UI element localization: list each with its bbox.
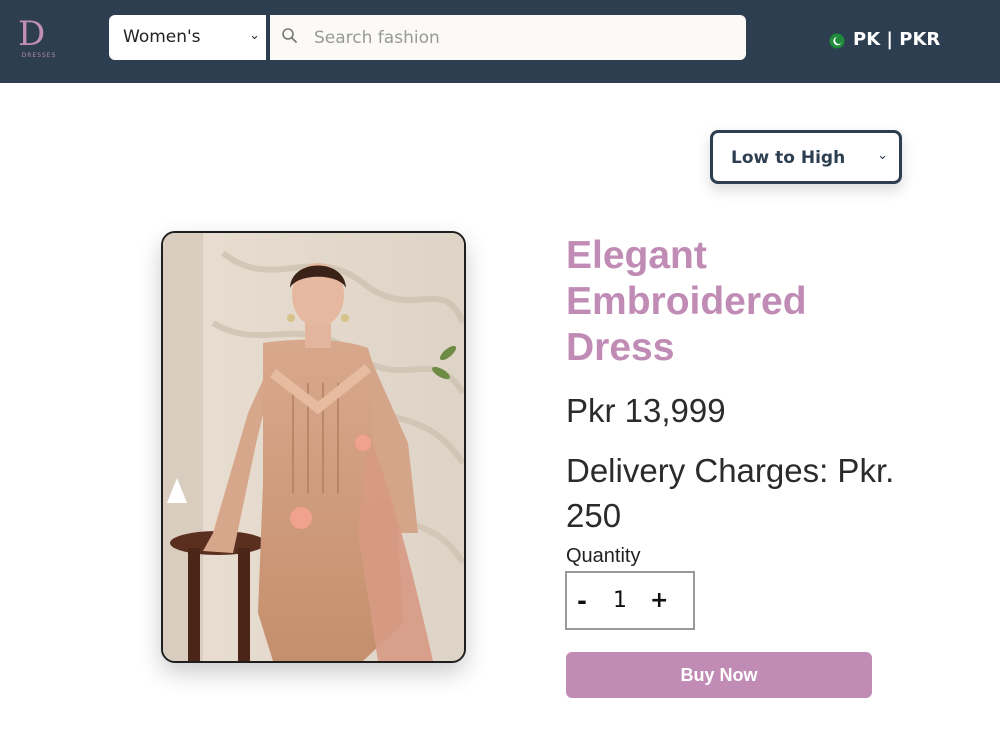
delivery-charges: Delivery Charges: Pkr. 250	[566, 452, 895, 534]
decrement-button[interactable]: -	[577, 587, 587, 615]
chevron-down-icon: ⌄	[877, 148, 888, 163]
sort-select-value: Low to High	[731, 148, 846, 168]
region-label: PK | PKR	[853, 29, 941, 50]
quantity-stepper[interactable]: - 1 +	[565, 571, 695, 630]
quantity-value[interactable]: 1	[613, 588, 627, 613]
increment-button[interactable]: +	[650, 588, 668, 613]
product-image[interactable]	[161, 231, 466, 663]
dress-photo	[163, 233, 464, 661]
category-select-value: Women's	[123, 27, 201, 47]
search-input[interactable]	[312, 21, 736, 55]
search-box[interactable]	[270, 15, 746, 60]
product-title: Elegant Embroidered Dress	[566, 234, 807, 369]
search-icon	[282, 28, 297, 43]
top-header: D DRESSES Women's ⌄ PK | PKR	[0, 0, 1000, 83]
logo-subtext: DRESSES	[21, 52, 57, 59]
category-select[interactable]: Women's ⌄	[109, 15, 268, 60]
pakistan-flag-icon	[829, 33, 845, 49]
buy-now-button[interactable]: Buy Now	[566, 652, 872, 698]
logo-icon: D	[18, 14, 45, 54]
sort-select[interactable]: Low to High ⌄	[710, 130, 902, 184]
chevron-down-icon: ⌄	[249, 28, 260, 43]
product-price: Pkr 13,999	[566, 392, 726, 429]
logo[interactable]: D DRESSES	[8, 12, 66, 62]
quantity-label: Quantity	[566, 545, 641, 567]
